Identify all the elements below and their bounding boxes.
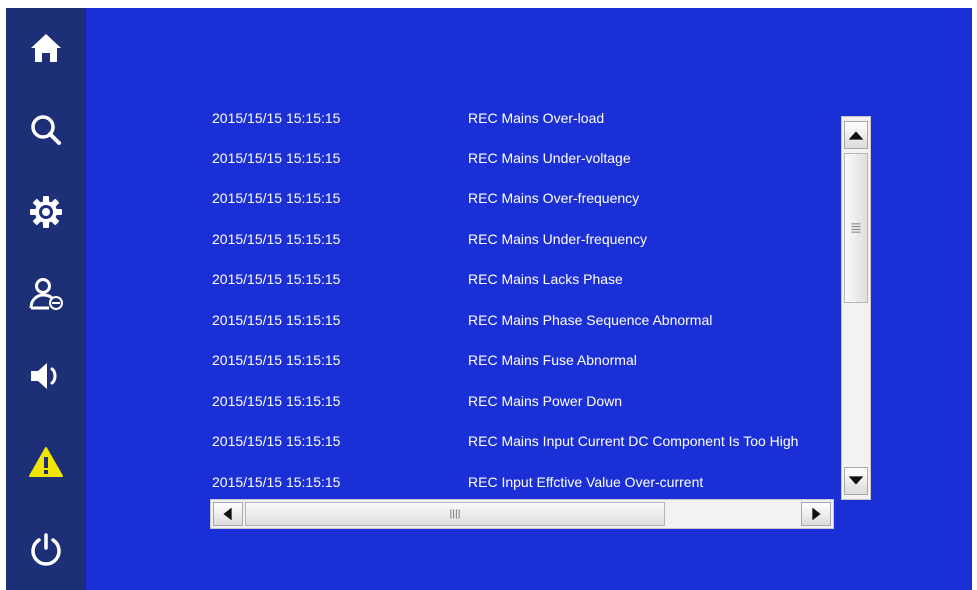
- log-time: 2015/15/15 15:15:15: [212, 433, 341, 449]
- gear-icon: [30, 196, 62, 228]
- main-panel: 2015/15/15 15:15:15 REC Mains Over-load …: [86, 8, 972, 590]
- horizontal-scroll-thumb[interactable]: [245, 502, 665, 526]
- log-message: REC Mains Input Current DC Component Is …: [468, 433, 799, 449]
- search-icon: [31, 115, 61, 145]
- scroll-left-button[interactable]: [213, 502, 243, 526]
- log-message: REC Mains Lacks Phase: [468, 271, 623, 287]
- arrow-down-icon: [848, 476, 864, 485]
- log-time: 2015/15/15 15:15:15: [212, 150, 341, 166]
- screen-frame: 2015/15/15 15:15:15 REC Mains Over-load …: [6, 8, 972, 590]
- log-message: REC Mains Power Down: [468, 393, 623, 409]
- log-row[interactable]: 2015/15/15 15:15:15 REC Mains Input Curr…: [206, 427, 918, 467]
- sidebar: [6, 8, 86, 590]
- vertical-scrollbar[interactable]: [841, 116, 871, 500]
- arrow-up-icon: [848, 131, 864, 140]
- speaker-icon: [31, 363, 57, 389]
- horizontal-scrollbar[interactable]: [210, 499, 834, 529]
- log-row[interactable]: 2015/15/15 15:15:15 REC Mains Under-volt…: [206, 144, 918, 184]
- scroll-up-button[interactable]: [844, 121, 868, 149]
- nav-search-button[interactable]: [6, 100, 86, 160]
- nav-power-button[interactable]: [6, 520, 86, 580]
- grip-icon: [450, 509, 460, 519]
- grip-icon: [851, 223, 861, 233]
- log-row[interactable]: 2015/15/15 15:15:15 REC Mains Over-load: [206, 104, 918, 144]
- log-time: 2015/15/15 15:15:15: [212, 393, 341, 409]
- log-time: 2015/15/15 15:15:15: [212, 474, 341, 490]
- home-icon: [31, 34, 61, 62]
- log-time: 2015/15/15 15:15:15: [212, 231, 341, 247]
- event-log-list[interactable]: 2015/15/15 15:15:15 REC Mains Over-load …: [206, 104, 918, 506]
- log-message: REC Mains Phase Sequence Abnormal: [468, 312, 713, 328]
- scroll-right-button[interactable]: [801, 502, 831, 526]
- log-message: REC Mains Under-voltage: [468, 150, 631, 166]
- vertical-scroll-thumb[interactable]: [844, 153, 868, 303]
- log-time: 2015/15/15 15:15:15: [212, 271, 341, 287]
- log-message: REC Mains Over-load: [468, 110, 605, 126]
- log-message: REC Mains Fuse Abnormal: [468, 352, 637, 368]
- scroll-down-button[interactable]: [844, 467, 868, 495]
- nav-settings-button[interactable]: [6, 182, 86, 242]
- log-time: 2015/15/15 15:15:15: [212, 190, 341, 206]
- log-row[interactable]: 2015/15/15 15:15:15 REC Mains Power Down: [206, 387, 918, 427]
- log-message: REC Mains Over-frequency: [468, 190, 640, 206]
- arrow-left-icon: [223, 507, 232, 521]
- nav-home-button[interactable]: [6, 18, 86, 78]
- power-icon: [31, 533, 61, 566]
- nav-user-button[interactable]: [6, 264, 86, 324]
- log-row[interactable]: 2015/15/15 15:15:15 REC Mains Phase Sequ…: [206, 306, 918, 346]
- log-time: 2015/15/15 15:15:15: [212, 312, 341, 328]
- log-row[interactable]: 2015/15/15 15:15:15 REC Mains Fuse Abnor…: [206, 346, 918, 386]
- log-message: REC Input Effctive Value Over-current: [468, 474, 704, 490]
- log-row[interactable]: 2015/15/15 15:15:15 REC Mains Under-freq…: [206, 225, 918, 265]
- log-row[interactable]: 2015/15/15 15:15:15 REC Mains Lacks Phas…: [206, 265, 918, 305]
- log-time: 2015/15/15 15:15:15: [212, 352, 341, 368]
- log-time: 2015/15/15 15:15:15: [212, 110, 341, 126]
- nav-sound-button[interactable]: [6, 346, 86, 406]
- nav-alarm-button[interactable]: [6, 432, 86, 492]
- log-row[interactable]: 2015/15/15 15:15:15 REC Mains Over-frequ…: [206, 184, 918, 224]
- warning-icon: [29, 447, 63, 477]
- arrow-right-icon: [812, 507, 821, 521]
- log-message: REC Mains Under-frequency: [468, 231, 647, 247]
- user-icon: [29, 278, 63, 310]
